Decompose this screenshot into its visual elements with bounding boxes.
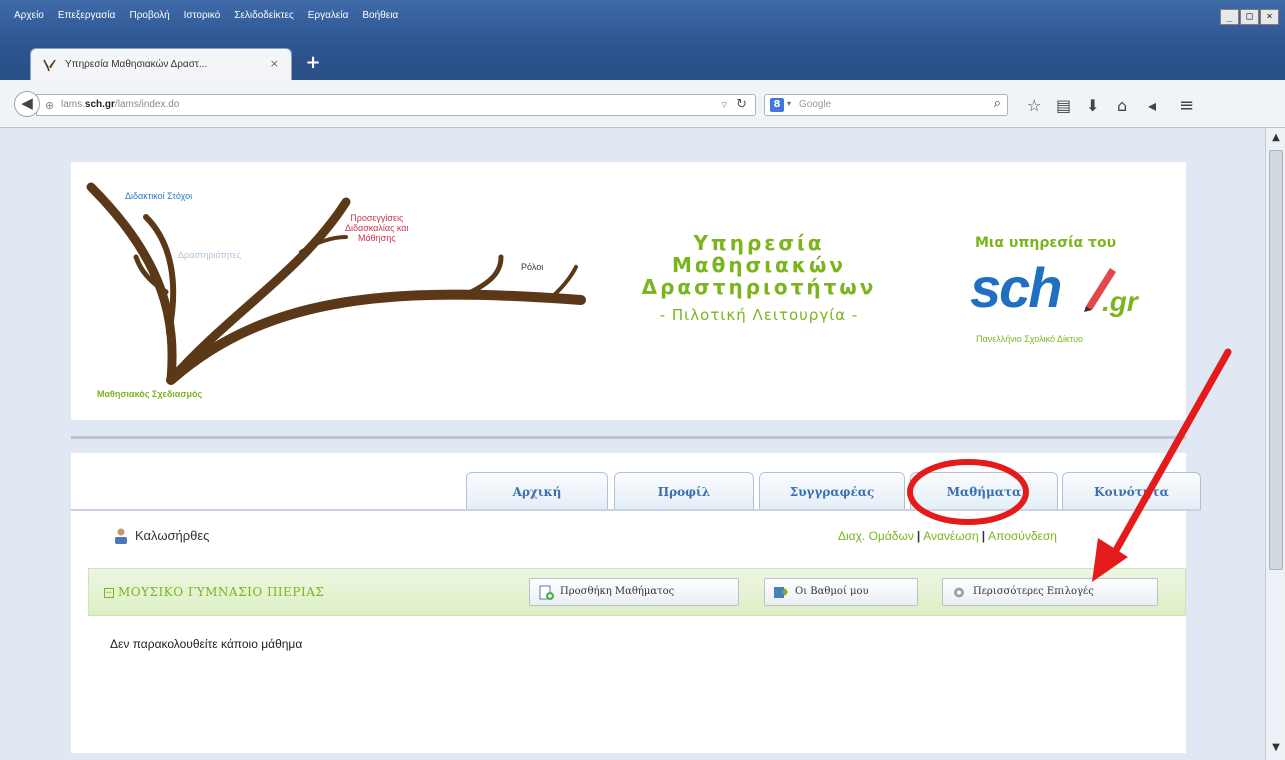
reading-list-icon[interactable]: ▤ — [1056, 98, 1071, 114]
gear-icon — [954, 587, 964, 598]
menu-tools[interactable]: Εργαλεία — [308, 10, 349, 21]
school-name-label: ΜΟΥΣΙΚΟ ΓΥΜΝΑΣΙΟ ΠΙΕΡΙΑΣ — [118, 585, 325, 599]
tab-close-icon[interactable]: × — [270, 57, 279, 70]
user-links: Διαχ. Ομάδων | Ανανέωση | Αποσύνδεση — [838, 529, 1057, 543]
tree-label-activities: Δραστηριότητες — [178, 250, 241, 260]
reload-icon[interactable]: ↻ — [736, 97, 747, 112]
search-engine-dropdown-icon[interactable]: ▾ — [787, 99, 791, 108]
tree-label-goals: Διδακτικοί Στόχοι — [125, 191, 193, 201]
collapse-icon[interactable]: − — [104, 588, 114, 598]
search-bar[interactable]: 8 ▾ Google ⌕ — [764, 94, 1008, 116]
close-window-button[interactable]: × — [1260, 9, 1279, 25]
add-course-button[interactable]: Προσθήκη Μαθήματος — [529, 578, 739, 606]
browser-tab-active[interactable]: Υπηρεσία Μαθησιακών Δραστ... × — [30, 48, 292, 80]
tab-profile[interactable]: Προφίλ — [614, 472, 754, 510]
menu-bookmarks[interactable]: Σελιδοδείκτες — [234, 10, 293, 21]
back-arrow-icon: ◀ — [21, 94, 33, 112]
sch-logo: sch — [970, 256, 1062, 319]
tree-favicon-icon — [43, 59, 56, 72]
bookmark-star-icon[interactable]: ☆ — [1027, 98, 1041, 114]
service-title-line-3: Δραστηριοτήτων — [641, 275, 877, 299]
user-icon — [115, 528, 127, 544]
no-courses-message: Δεν παρακολουθείτε κάποιο μάθημα — [110, 637, 303, 651]
google-search-engine-icon[interactable]: 8 — [770, 98, 784, 112]
window-controls: _ □ × — [1220, 9, 1279, 25]
back-button[interactable]: ◀ — [14, 91, 40, 117]
service-subtitle: - Πιλοτική Λειτουργία - — [659, 306, 859, 324]
sch-subtitle: Πανελλήνιο Σχολικό Δίκτυο — [976, 334, 1083, 344]
scroll-down-icon[interactable]: ▼ — [1270, 742, 1282, 754]
menu-help[interactable]: Βοήθεια — [362, 10, 398, 21]
grades-icon — [774, 587, 788, 598]
tab-courses[interactable]: Μαθήματα — [910, 472, 1058, 510]
more-options-label: Περισσότερες Επιλογές — [973, 586, 1094, 597]
service-title-line-2: Μαθησιακών — [672, 253, 846, 277]
add-document-icon — [539, 585, 554, 600]
sch-gr-logo: .gr — [1102, 286, 1138, 317]
vertical-scrollbar[interactable]: ▲ ▼ — [1265, 128, 1285, 760]
url-dropdown-icon[interactable]: ▿ — [721, 98, 727, 111]
new-tab-button[interactable]: + — [302, 52, 324, 74]
sch-caption: Μια υπηρεσία του — [975, 235, 1117, 251]
school-name[interactable]: − ΜΟΥΣΙΚΟ ΓΥΜΝΑΣΙΟ ΠΙΕΡΙΑΣ — [104, 585, 324, 599]
menu-history[interactable]: Ιστορικό — [184, 10, 221, 21]
service-title-line-1: Υπηρεσία — [693, 231, 825, 255]
tab-title: Υπηρεσία Μαθησιακών Δραστ... — [65, 59, 208, 70]
menu-view[interactable]: Προβολή — [129, 10, 169, 21]
scrollbar-thumb[interactable] — [1269, 150, 1283, 570]
refresh-link[interactable]: Ανανέωση — [923, 529, 979, 543]
search-placeholder: Google — [799, 99, 832, 110]
tab-author[interactable]: Συγγραφέας — [759, 472, 905, 510]
my-grades-button[interactable]: Οι Βαθμοί μου — [764, 578, 918, 606]
menu-file[interactable]: Αρχείο — [14, 10, 44, 21]
scroll-up-icon[interactable]: ▲ — [1270, 132, 1282, 144]
download-icon[interactable]: ⬇ — [1086, 98, 1099, 114]
minimize-button[interactable]: _ — [1220, 9, 1239, 25]
my-grades-label: Οι Βαθμοί μου — [795, 586, 869, 597]
tree-label-approaches: Προσεγγίσεις Διδασκαλίας και Μάθησης — [345, 213, 409, 243]
home-icon[interactable]: ⌂ — [1117, 98, 1127, 114]
tree-label-roles: Ρόλοι — [521, 262, 544, 272]
globe-icon: ⊕ — [45, 99, 55, 112]
tree-label-design: Μαθησιακός Σχεδιασμός — [97, 389, 203, 399]
tab-community[interactable]: Κοινότητα — [1062, 472, 1201, 510]
menu-edit[interactable]: Επεξεργασία — [58, 10, 116, 21]
share-icon[interactable]: ◂ — [1148, 98, 1156, 114]
tab-home[interactable]: Αρχική — [466, 472, 608, 510]
logout-link[interactable]: Αποσύνδεση — [988, 529, 1057, 543]
url-bar[interactable]: ⊕ lams.sch.gr/lams/index.do ▿ ↻ — [36, 94, 756, 116]
search-icon[interactable]: ⌕ — [994, 96, 1001, 111]
navigation-toolbar: ⊕ lams.sch.gr/lams/index.do ▿ ↻ ◀ 8 ▾ Go… — [0, 80, 1285, 128]
tabs-baseline — [71, 509, 1201, 511]
url-text: lams.sch.gr/lams/index.do — [61, 99, 180, 110]
add-course-label: Προσθήκη Μαθήματος — [560, 586, 675, 597]
more-options-button[interactable]: Περισσότερες Επιλογές — [942, 578, 1158, 606]
maximize-button[interactable]: □ — [1240, 9, 1259, 25]
service-title: Υπηρεσία Μαθησιακών Δραστηριοτήτων - Πιλ… — [614, 232, 904, 324]
welcome-text: Καλωσήρθες — [135, 528, 210, 543]
menu-hamburger-icon[interactable]: ≡ — [1179, 97, 1194, 115]
menu-bar: Αρχείο Επεξεργασία Προβολή Ιστορικό Σελι… — [14, 10, 398, 21]
header-divider — [71, 436, 1186, 439]
manage-groups-link[interactable]: Διαχ. Ομάδων — [838, 529, 914, 543]
